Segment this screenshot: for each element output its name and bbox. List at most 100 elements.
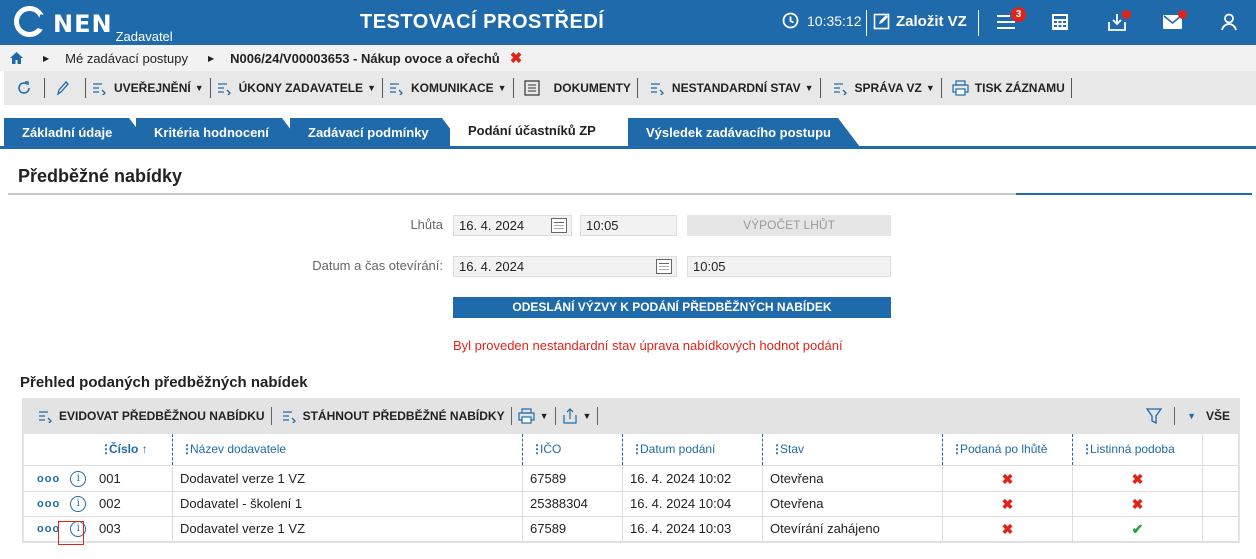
divider	[1174, 407, 1176, 425]
menu-tisk-zaznamu[interactable]: TISK ZÁZNAMU	[942, 71, 1071, 105]
close-icon[interactable]: ✖	[510, 49, 523, 67]
cell-extra	[1202, 492, 1238, 516]
menu-sprava-vz[interactable]: SPRÁVA VZ ▼	[821, 71, 941, 105]
column-header-nazev[interactable]: ⋮Název dodavatele	[172, 434, 522, 465]
more-icon[interactable]: ooo	[37, 473, 60, 485]
show-all-label[interactable]: VŠE	[1206, 409, 1230, 423]
caret-down-icon[interactable]: ▼	[1187, 411, 1196, 421]
cell-nazev: Dodavatel verze 1 VZ	[172, 517, 522, 541]
menu-label: UVEŘEJNĚNÍ	[114, 81, 191, 95]
cell-extra	[1202, 517, 1238, 541]
column-label: IČO	[540, 442, 562, 456]
home-icon[interactable]	[10, 52, 23, 64]
calendar-icon[interactable]	[551, 218, 567, 233]
cell-listinna: ✖	[1072, 492, 1202, 516]
cell-cislo: 002	[99, 496, 121, 511]
column-header-po-lhute[interactable]: ⋮Podaná po lhůtě	[942, 434, 1072, 465]
info-icon[interactable]: i	[70, 496, 87, 512]
column-header-cislo[interactable]: ⋮Číslo ↑	[92, 434, 172, 465]
user-icon[interactable]	[1221, 13, 1237, 31]
deadline-time-input[interactable]: 10:05	[580, 215, 677, 236]
column-menu-icon[interactable]: ⋮	[1081, 434, 1093, 465]
more-icon[interactable]: ooo	[37, 523, 60, 535]
tab-kriteria-hodnoceni[interactable]: Kritéria hodnocení	[136, 118, 304, 147]
cell-ico: 67589	[522, 517, 622, 541]
tab-zakladni-udaje[interactable]: Základní údaje	[4, 118, 151, 147]
caret-down-icon: ▼	[539, 411, 549, 421]
column-menu-icon[interactable]: ⋮	[181, 434, 193, 465]
deadline-date-input[interactable]: 16. 4. 2024	[453, 215, 572, 236]
tab-zadavaci-podminky[interactable]: Zadávací podmínky	[290, 118, 464, 147]
column-header-extra	[1202, 434, 1238, 465]
table-row[interactable]: ooo i 001 Dodavatel verze 1 VZ 67589 16.…	[24, 467, 1238, 492]
add-offer-button[interactable]: EVIDOVAT PŘEDBĚŽNOU NABÍDKU	[22, 409, 271, 423]
caret-down-icon: ▼	[804, 83, 814, 93]
breadcrumb-separator-icon: ▶	[43, 53, 50, 63]
list-arrow-icon	[389, 83, 403, 95]
column-header-datum[interactable]: ⋮Datum podání	[622, 434, 762, 465]
edit-button[interactable]	[45, 71, 85, 105]
cell-datum: 16. 4. 2024 10:04	[622, 492, 762, 516]
notification-dot	[1122, 10, 1131, 19]
table-header: ⋮Číslo ↑ ⋮Název dodavatele ⋮IČO ⋮Datum p…	[24, 434, 1238, 466]
menu-komunikace[interactable]: KOMUNIKACE ▼	[383, 71, 513, 105]
printer-icon	[517, 408, 535, 424]
calendar-icon[interactable]	[656, 259, 672, 274]
column-header-ico[interactable]: ⋮IČO	[522, 434, 622, 465]
caret-down-icon: ▼	[367, 83, 376, 93]
table-row[interactable]: ooo i 003 Dodavatel verze 1 VZ 67589 16.…	[24, 517, 1238, 542]
column-label: Datum podání	[640, 442, 716, 456]
create-vz-button[interactable]: Založit VZ	[873, 12, 967, 30]
cell-datum: 16. 4. 2024 10:03	[622, 517, 762, 541]
column-header-stav[interactable]: ⋮Stav	[762, 434, 942, 465]
grid-title: Přehled podaných předběžných nabídek	[20, 374, 308, 391]
menu-ukony-zadavatele[interactable]: ÚKONY ZADAVATELE ▼	[211, 71, 382, 105]
cell-listinna: ✖	[1072, 467, 1202, 491]
column-menu-icon[interactable]: ⋮	[100, 434, 112, 465]
divider	[1070, 78, 1072, 98]
opening-date-input[interactable]: 16. 4. 2024	[453, 256, 677, 277]
calculator-icon[interactable]	[1051, 13, 1069, 31]
print-grid-button[interactable]: ▼	[512, 408, 555, 424]
logo-icon	[14, 6, 45, 37]
opening-time-input[interactable]: 10:05	[687, 256, 891, 277]
column-menu-icon[interactable]: ⋮	[951, 434, 963, 465]
check-icon: ✔	[1131, 521, 1144, 537]
column-label: Stav	[780, 442, 805, 456]
caret-down-icon: ▼	[194, 83, 204, 93]
column-menu-icon[interactable]: ⋮	[631, 434, 643, 465]
breadcrumb-item-my-procedures[interactable]: Mé zadávací postupy	[65, 51, 188, 66]
tab-podani-ucastniku[interactable]: Podání účastníků ZP	[450, 114, 646, 148]
calculate-deadlines-button[interactable]: VÝPOČET LHŮT	[687, 215, 891, 236]
tab-vysledek[interactable]: Výsledek zadávacího postupu	[628, 118, 860, 147]
logo-text: NEN	[53, 10, 113, 38]
more-icon[interactable]: ooo	[37, 498, 60, 510]
menu-label: DOKUMENTY	[553, 81, 631, 95]
menu-uverejneni[interactable]: UVEŘEJNĚNÍ ▼	[86, 71, 210, 105]
cell-po-lhute: ✖	[942, 492, 1072, 516]
menu-label: ÚKONY ZADAVATELE	[238, 81, 364, 95]
environment-title: TESTOVACÍ PROSTŘEDÍ	[360, 11, 605, 33]
menu-nestandardni-stav[interactable]: NESTANDARDNÍ STAV ▼	[638, 71, 820, 105]
cell-ico: 67589	[522, 467, 622, 491]
column-label: Název dodavatele	[190, 442, 287, 456]
breadcrumb-separator-icon: ▶	[208, 53, 215, 63]
menu-dokumenty[interactable]: DOKUMENTY	[514, 71, 637, 105]
column-menu-icon[interactable]: ⋮	[771, 434, 783, 465]
notification-dot	[1178, 10, 1187, 19]
column-menu-icon[interactable]: ⋮	[531, 434, 543, 465]
refresh-icon	[18, 81, 30, 94]
send-invitation-button[interactable]: ODESLÁNÍ VÝZVY K PODÁNÍ PŘEDBĚŽNÝCH NABÍ…	[453, 297, 891, 318]
table-row[interactable]: ooo i 002 Dodavatel - školení 1 25388304…	[24, 492, 1238, 517]
info-icon[interactable]: i	[70, 471, 87, 487]
download-offers-button[interactable]: STÁHNOUT PŘEDBĚŽNÉ NABÍDKY	[272, 409, 511, 423]
offers-table: ⋮Číslo ↑ ⋮Název dodavatele ⋮IČO ⋮Datum p…	[22, 434, 1240, 545]
breadcrumb-item-current[interactable]: N006/24/V00003653 - Nákup ovoce a ořechů	[230, 51, 500, 66]
filter-icon[interactable]	[1146, 407, 1163, 425]
refresh-button[interactable]	[4, 71, 44, 105]
export-button[interactable]: ▼	[556, 408, 598, 424]
section-title: Předběžné nabídky	[18, 166, 183, 186]
column-header-listinna[interactable]: ⋮Listinná podoba	[1072, 434, 1202, 465]
nen-logo[interactable]: NEN Zadavatel	[14, 6, 173, 43]
highlight-box	[58, 521, 84, 545]
